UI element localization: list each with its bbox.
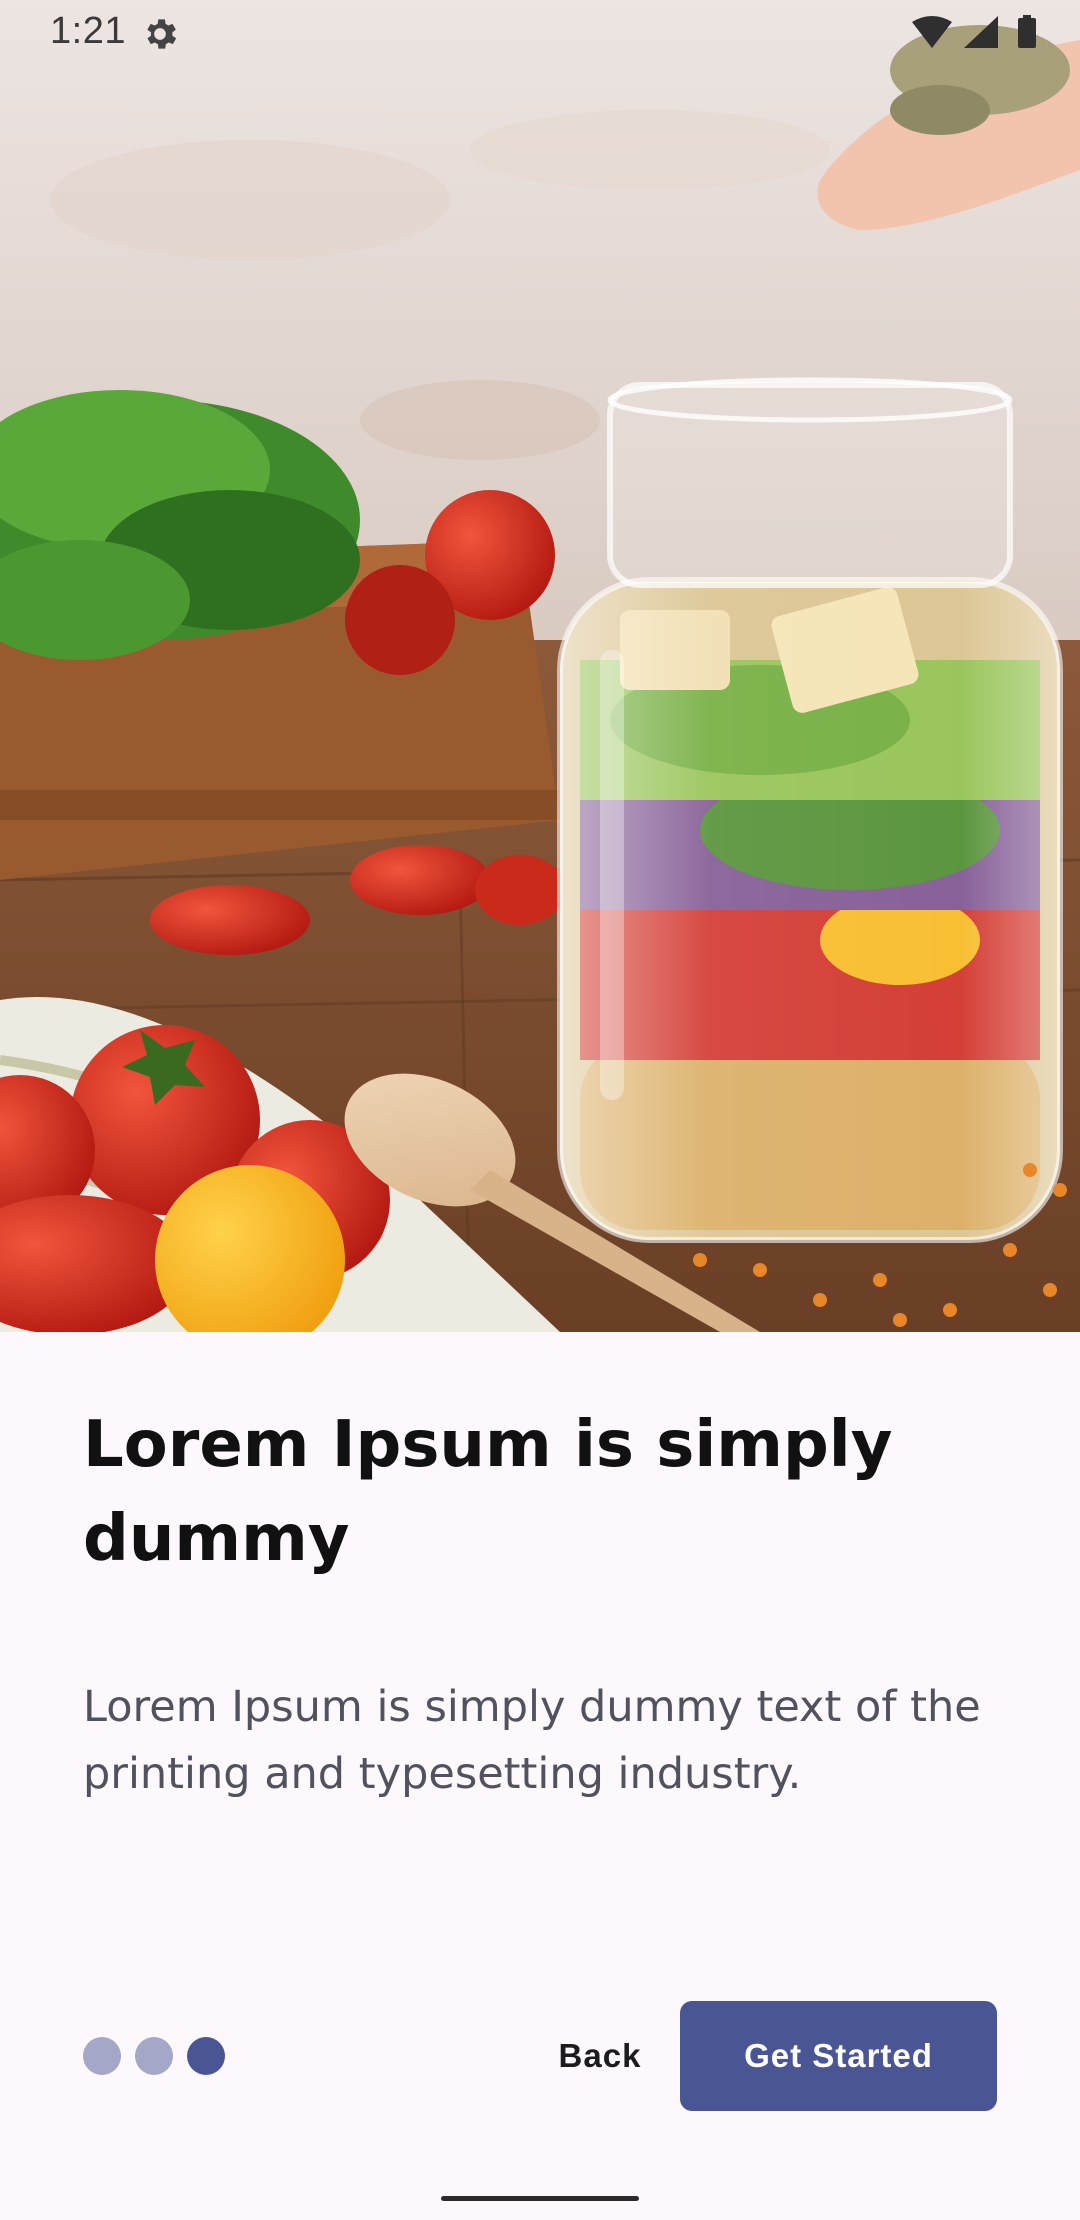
page-dot-3-active bbox=[187, 2037, 225, 2075]
onboarding-title: Lorem Ipsum is simply dummy bbox=[83, 1408, 893, 1576]
status-bar: 1:21 bbox=[0, 0, 1080, 66]
signal-icon bbox=[964, 16, 998, 48]
onboarding-screen: 1:21 Lorem Ipsum is simply dummy Lorem I… bbox=[0, 0, 1080, 2220]
page-indicator bbox=[83, 2037, 225, 2075]
onboarding-description: Lorem Ipsum is simply dummy text of the … bbox=[83, 1682, 981, 1799]
status-time: 1:21 bbox=[50, 10, 126, 52]
hero-image bbox=[0, 0, 1080, 1332]
food-photo bbox=[0, 0, 1080, 1332]
home-indicator[interactable] bbox=[441, 2196, 639, 2201]
get-started-button[interactable]: Get Started bbox=[680, 2001, 997, 2111]
page-dot-1 bbox=[83, 2037, 121, 2075]
battery-icon bbox=[1018, 15, 1036, 48]
page-dot-2 bbox=[135, 2037, 173, 2075]
back-button[interactable]: Back bbox=[540, 2001, 660, 2111]
wifi-icon bbox=[912, 16, 952, 48]
status-icons bbox=[910, 14, 1050, 54]
gear-icon bbox=[140, 14, 180, 54]
